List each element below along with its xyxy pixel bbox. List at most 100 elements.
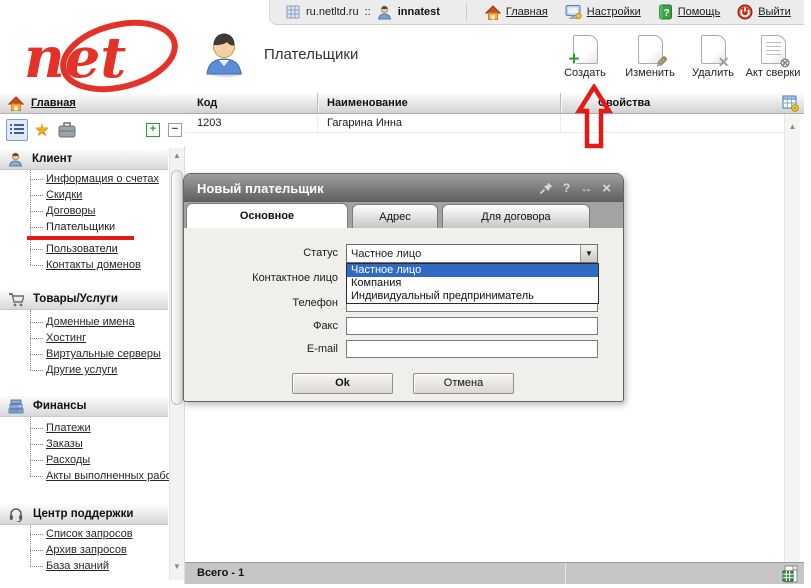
- dropdown-button[interactable]: ▼: [580, 245, 597, 262]
- email-field[interactable]: [346, 340, 598, 358]
- column-code[interactable]: Код: [197, 97, 217, 109]
- sidebar-toolbar: ★ + −: [0, 115, 185, 146]
- scroll-up-icon[interactable]: ▲: [170, 151, 184, 160]
- nav-settings-label[interactable]: Настройки: [587, 6, 641, 18]
- status-select[interactable]: Частное лицо ▼: [346, 244, 598, 263]
- dialog-titlebar[interactable]: Новый плательщик ? ↔ ×: [184, 174, 623, 202]
- sidebar-link[interactable]: Пользователи: [0, 241, 168, 257]
- sidebar-link[interactable]: Другие услуги: [0, 362, 168, 378]
- sidebar-link[interactable]: Скидки: [0, 187, 168, 203]
- fax-label: Факс: [184, 320, 338, 332]
- red-underline-annotation: [27, 236, 134, 240]
- sidebar-section-support: Центр поддержки Список запросов Архив за…: [0, 503, 168, 574]
- new-payer-dialog: Новый плательщик ? ↔ × Основное Адрес Дл…: [183, 173, 624, 402]
- nav-settings[interactable]: Настройки: [565, 4, 641, 20]
- cell-divider: [317, 114, 318, 132]
- delete-button[interactable]: ✕ Удалить: [681, 35, 745, 79]
- sidebar-link[interactable]: База знаний: [0, 558, 168, 574]
- expand-all-button[interactable]: +: [146, 123, 160, 137]
- list-view-icon[interactable]: [6, 119, 28, 141]
- sidebar-link[interactable]: Архив запросов: [0, 542, 168, 558]
- nav-logout-label[interactable]: Выйти: [758, 6, 791, 18]
- sidebar-link-payers-active[interactable]: Плательщики: [0, 219, 168, 235]
- reconciliation-act-button[interactable]: ⊗ Акт сверки: [740, 35, 806, 79]
- sidebar-scrollbar[interactable]: ▲ ▼: [169, 148, 184, 580]
- scroll-down-icon[interactable]: ▼: [170, 562, 184, 571]
- reconciliation-act-icon: ⊗: [761, 35, 786, 64]
- section-header-support[interactable]: Центр поддержки: [0, 503, 168, 525]
- table-settings-icon[interactable]: [782, 95, 799, 115]
- sidebar-home-label[interactable]: Главная: [31, 97, 76, 109]
- section-title[interactable]: Клиент: [32, 153, 72, 165]
- sidebar-link[interactable]: Список запросов: [0, 526, 168, 542]
- dialog-help-icon[interactable]: ?: [563, 181, 570, 195]
- dialog-controls: ? ↔ ×: [539, 180, 623, 197]
- monitor-icon: [565, 4, 582, 20]
- fax-field[interactable]: [346, 317, 598, 335]
- briefcase-icon[interactable]: [56, 119, 78, 141]
- scroll-up-icon[interactable]: ▲: [785, 122, 800, 131]
- option-private-person[interactable]: Частное лицо: [347, 264, 598, 277]
- dialog-close-icon[interactable]: ×: [602, 180, 611, 197]
- circle-x-badge-icon: ⊗: [780, 56, 791, 69]
- tab-address[interactable]: Адрес: [352, 204, 438, 228]
- nav-home[interactable]: Главная: [485, 5, 548, 20]
- excel-export-icon[interactable]: [782, 565, 798, 586]
- cancel-button[interactable]: Отмена: [413, 373, 514, 394]
- doc-lines: [766, 42, 781, 56]
- nav-home-label[interactable]: Главная: [506, 6, 548, 18]
- section-title[interactable]: Товары/Услуги: [33, 293, 118, 305]
- reconciliation-act-label[interactable]: Акт сверки: [746, 67, 801, 79]
- home-icon: [8, 96, 24, 111]
- scrollbar-thumb[interactable]: [171, 170, 183, 405]
- sidebar-link[interactable]: Договоры: [0, 203, 168, 219]
- sidebar-link[interactable]: Контакты доменов: [0, 257, 168, 273]
- sidebar-link[interactable]: Акты выполненных работ: [0, 468, 168, 484]
- pencil-badge-icon: ✎: [653, 55, 668, 68]
- create-button[interactable]: + Создать: [553, 35, 617, 79]
- nav-logout[interactable]: Выйти: [737, 4, 791, 20]
- sidebar-link[interactable]: Заказы: [0, 436, 168, 452]
- sidebar-link[interactable]: Хостинг: [0, 330, 168, 346]
- section-header-client[interactable]: Клиент: [0, 148, 168, 170]
- sidebar-link[interactable]: Платежи: [0, 420, 168, 436]
- option-entrepreneur[interactable]: Индивидуальный предприниматель: [347, 290, 598, 303]
- section-title[interactable]: Центр поддержки: [33, 508, 133, 520]
- option-company[interactable]: Компания: [347, 277, 598, 290]
- chevron-down-icon: ▼: [585, 249, 593, 258]
- main-scrollbar[interactable]: ▲: [784, 114, 800, 562]
- sidebar-link[interactable]: Информация о счетах: [0, 171, 168, 187]
- cell-name: Гагарина Инна: [327, 117, 402, 129]
- pin-icon[interactable]: [539, 182, 553, 195]
- nav-help-label[interactable]: Помощь: [678, 6, 721, 18]
- tab-contract[interactable]: Для договора: [442, 204, 590, 228]
- sidebar-link[interactable]: Расходы: [0, 452, 168, 468]
- tab-main[interactable]: Основное: [186, 203, 348, 228]
- dialog-title: Новый плательщик: [197, 181, 324, 196]
- section-header-finance[interactable]: Финансы: [0, 395, 168, 417]
- status-divider: [565, 563, 566, 584]
- delete-icon: ✕: [701, 35, 726, 64]
- collapse-all-button[interactable]: −: [168, 123, 182, 137]
- sidebar-link[interactable]: Виртуальные серверы: [0, 346, 168, 362]
- logo-text: net: [24, 25, 126, 91]
- edit-label[interactable]: Изменить: [625, 67, 675, 79]
- plus-badge-icon: +: [569, 50, 580, 69]
- dialog-resize-icon[interactable]: ↔: [580, 181, 592, 195]
- section-items: Платежи Заказы Расходы Акты выполненных …: [0, 417, 168, 484]
- sidebar-section-client: Клиент Информация о счетах Скидки Догово…: [0, 148, 168, 273]
- red-arrow-annotation: [575, 84, 613, 153]
- sidebar-section-products: Товары/Услуги Доменные имена Хостинг Вир…: [0, 288, 168, 378]
- edit-button[interactable]: ✎ Изменить: [618, 35, 682, 79]
- table-row[interactable]: 1203 Гагарина Инна: [185, 114, 784, 133]
- favorites-star-icon[interactable]: ★: [31, 119, 53, 141]
- ok-button[interactable]: Ok: [292, 373, 393, 394]
- cash-register-icon: [8, 399, 24, 414]
- section-title[interactable]: Финансы: [33, 400, 86, 412]
- headset-icon: [8, 506, 24, 522]
- sidebar-link[interactable]: Доменные имена: [0, 314, 168, 330]
- user-icon: [377, 5, 392, 20]
- column-name[interactable]: Наименование: [327, 97, 408, 109]
- section-header-products[interactable]: Товары/Услуги: [0, 288, 168, 310]
- nav-help[interactable]: ? Помощь: [658, 4, 721, 20]
